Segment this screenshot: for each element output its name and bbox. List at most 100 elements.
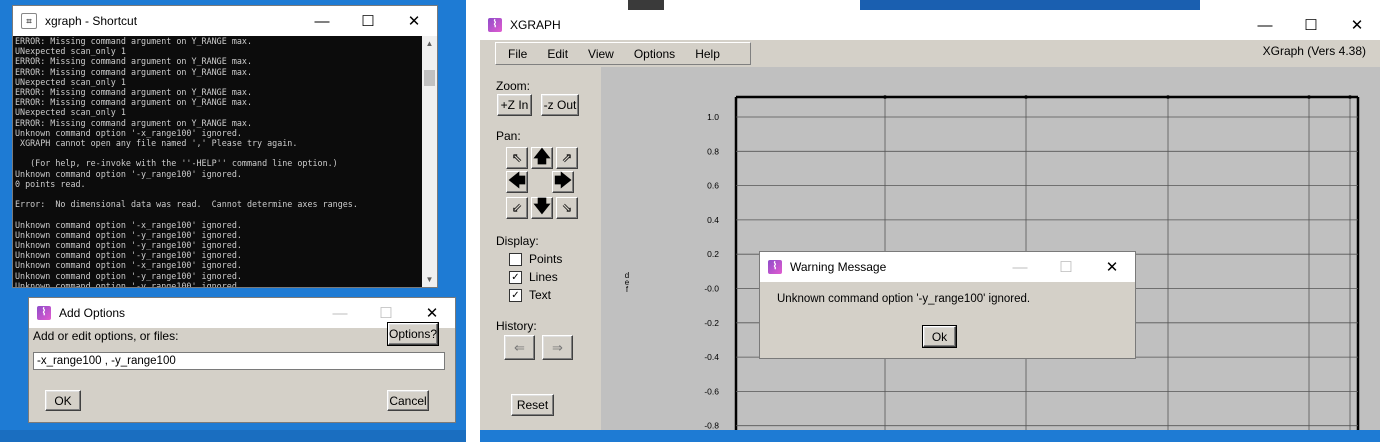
y-tick-label: -0.8 (704, 421, 719, 430)
y-tick-label: -0.6 (704, 386, 719, 396)
xgraph-app-icon: ⌇ (768, 260, 782, 274)
pan-up-right-icon[interactable]: ⇗ (556, 147, 578, 169)
console-line: ERROR: Missing command argument on Y_RAN… (15, 56, 252, 67)
maximize-button[interactable]: ☐ (1043, 252, 1089, 282)
warning-titlebar[interactable]: ⌇ Warning Message — ☐ ✕ (760, 252, 1135, 282)
console-line: Unknown command option '-x_range100' ign… (15, 127, 242, 138)
shortcut-icon: ⌗ (21, 13, 37, 29)
maximize-button[interactable]: ☐ (1288, 10, 1334, 40)
history-back-icon[interactable]: ⇐ (504, 335, 535, 360)
points-checkbox[interactable] (509, 252, 522, 266)
reset-button[interactable]: Reset (511, 394, 554, 416)
minimize-button[interactable]: — (317, 298, 363, 328)
pan-down-left-icon[interactable]: ⇙ (506, 197, 528, 219)
y-tick-label: -0.0 (704, 284, 719, 294)
grid-top-marker (1348, 95, 1352, 99)
lines-label: Lines (529, 270, 558, 284)
grid-top-marker (1307, 95, 1311, 99)
display-lines-option[interactable]: ✓ Lines (509, 270, 558, 284)
warning-message: Unknown command option '-y_range100' ign… (777, 293, 1031, 305)
menu-edit[interactable]: Edit (535, 47, 576, 61)
pan-down-right-icon[interactable]: ⇘ (556, 197, 578, 219)
scroll-thumb[interactable] (424, 70, 435, 86)
add-options-prompt: Add or edit options, or files: (33, 329, 179, 343)
menu-help[interactable]: Help (683, 47, 728, 61)
minimize-button[interactable]: — (1242, 10, 1288, 40)
zoom-label: Zoom: (496, 79, 531, 93)
grid-top-marker (1166, 95, 1170, 99)
maximize-button[interactable]: ☐ (345, 6, 391, 36)
options-input[interactable] (33, 352, 445, 370)
xgraph-title: XGRAPH (510, 18, 561, 32)
console-line: (For help, re-invoke with the ''-HELP'' … (15, 158, 338, 169)
menu-options[interactable]: Options (622, 47, 683, 61)
cancel-button[interactable]: Cancel (387, 390, 429, 411)
menu-file[interactable]: File (496, 47, 535, 61)
zoom-in-button[interactable]: +Z In (497, 94, 532, 116)
version-label: XGraph (Vers 4.38) (1262, 44, 1366, 58)
console-line: UNexpected scan_only 1 (15, 107, 126, 118)
pan-down-icon[interactable]: 🡇 (531, 197, 553, 219)
xgraph-titlebar[interactable]: ⌇ XGRAPH — ☐ ✕ (480, 10, 1380, 40)
y-tick-label: 0.4 (707, 215, 719, 225)
display-text-option[interactable]: ✓ Text (509, 288, 551, 302)
console-titlebar[interactable]: ⌗ xgraph - Shortcut — ☐ ✕ (13, 6, 437, 36)
history-label: History: (496, 319, 537, 333)
history-forward-icon[interactable]: ⇒ (542, 335, 573, 360)
console-line: Unknown command option '-y_range100' ign… (15, 250, 242, 261)
pan-up-left-icon[interactable]: ⇖ (506, 147, 528, 169)
add-options-dialog: ⌇ Add Options — ☐ ✕ Add or edit options,… (28, 297, 456, 423)
pan-left-icon[interactable]: 🡄 (506, 171, 528, 193)
console-scrollbar[interactable]: ▲ ▼ (422, 36, 437, 287)
plot-area[interactable]: 1.0 0.8 0.6 0.4 0.2 -0.0 -0.2 -0.4 -0.6 -0.8 d e f (601, 67, 1380, 430)
warning-dialog: ⌇ Warning Message — ☐ ✕ Unknown command … (759, 251, 1136, 359)
console-line: Unknown command option '-y_range100' ign… (15, 168, 242, 179)
menu-view[interactable]: View (576, 47, 622, 61)
background-window-edge (860, 0, 1200, 10)
close-button[interactable]: ✕ (1089, 252, 1135, 282)
options-help-button[interactable]: Options? (387, 322, 439, 346)
console-line: Error: No dimensional data was read. Can… (15, 199, 358, 210)
display-points-option[interactable]: Points (509, 252, 562, 266)
grid-top-marker (1024, 95, 1028, 99)
console-line: Unknown command option '-y_range100' ign… (15, 280, 242, 287)
warning-title: Warning Message (790, 260, 887, 274)
console-line: XGRAPH cannot open any file named ',' Pl… (15, 138, 298, 149)
text-checkbox[interactable]: ✓ (509, 288, 522, 302)
console-line: ERROR: Missing command argument on Y_RAN… (15, 87, 252, 98)
background-thumbnail (628, 0, 664, 10)
close-button[interactable]: ✕ (1334, 10, 1380, 40)
pan-right-icon[interactable]: 🡆 (552, 171, 574, 193)
menu-bar: File Edit View Options Help (495, 42, 751, 65)
scroll-up-arrow-icon[interactable]: ▲ (422, 36, 437, 51)
close-button[interactable]: ✕ (391, 6, 437, 36)
lines-checkbox[interactable]: ✓ (509, 270, 522, 284)
ok-button[interactable]: OK (45, 390, 81, 411)
console-line: Unknown command option '-x_range100' ign… (15, 219, 242, 230)
pan-label: Pan: (496, 129, 521, 143)
xgraph-app-icon: ⌇ (37, 306, 51, 320)
xgraph-app-icon: ⌇ (488, 18, 502, 32)
minimize-button[interactable]: — (299, 6, 345, 36)
console-line: 0 points read. (15, 178, 86, 189)
scroll-down-arrow-icon[interactable]: ▼ (422, 272, 437, 287)
pan-up-icon[interactable]: 🡅 (531, 147, 553, 169)
console-line: Unknown command option '-y_range100' ign… (15, 240, 242, 251)
console-line: Unknown command option '-y_range100' ign… (15, 270, 242, 281)
console-window: ⌗ xgraph - Shortcut — ☐ ✕ ERROR: Missing… (12, 5, 438, 288)
y-tick-label: 0.2 (707, 249, 719, 259)
console-output: ERROR: Missing command argument on Y_RAN… (13, 36, 423, 287)
taskbar-strip (0, 430, 466, 442)
zoom-out-button[interactable]: -z Out (541, 94, 579, 116)
desktop-divider (466, 0, 480, 442)
plot-canvas: 1.00.80.60.40.2-0.0-0.2-0.4-0.6-0.8def (625, 95, 1360, 430)
minimize-button[interactable]: — (997, 252, 1043, 282)
warning-ok-button[interactable]: Ok (922, 325, 957, 348)
display-label: Display: (496, 234, 539, 248)
console-line: UNexpected scan_only 1 (15, 46, 126, 57)
points-label: Points (529, 252, 563, 266)
add-options-title: Add Options (59, 306, 126, 320)
